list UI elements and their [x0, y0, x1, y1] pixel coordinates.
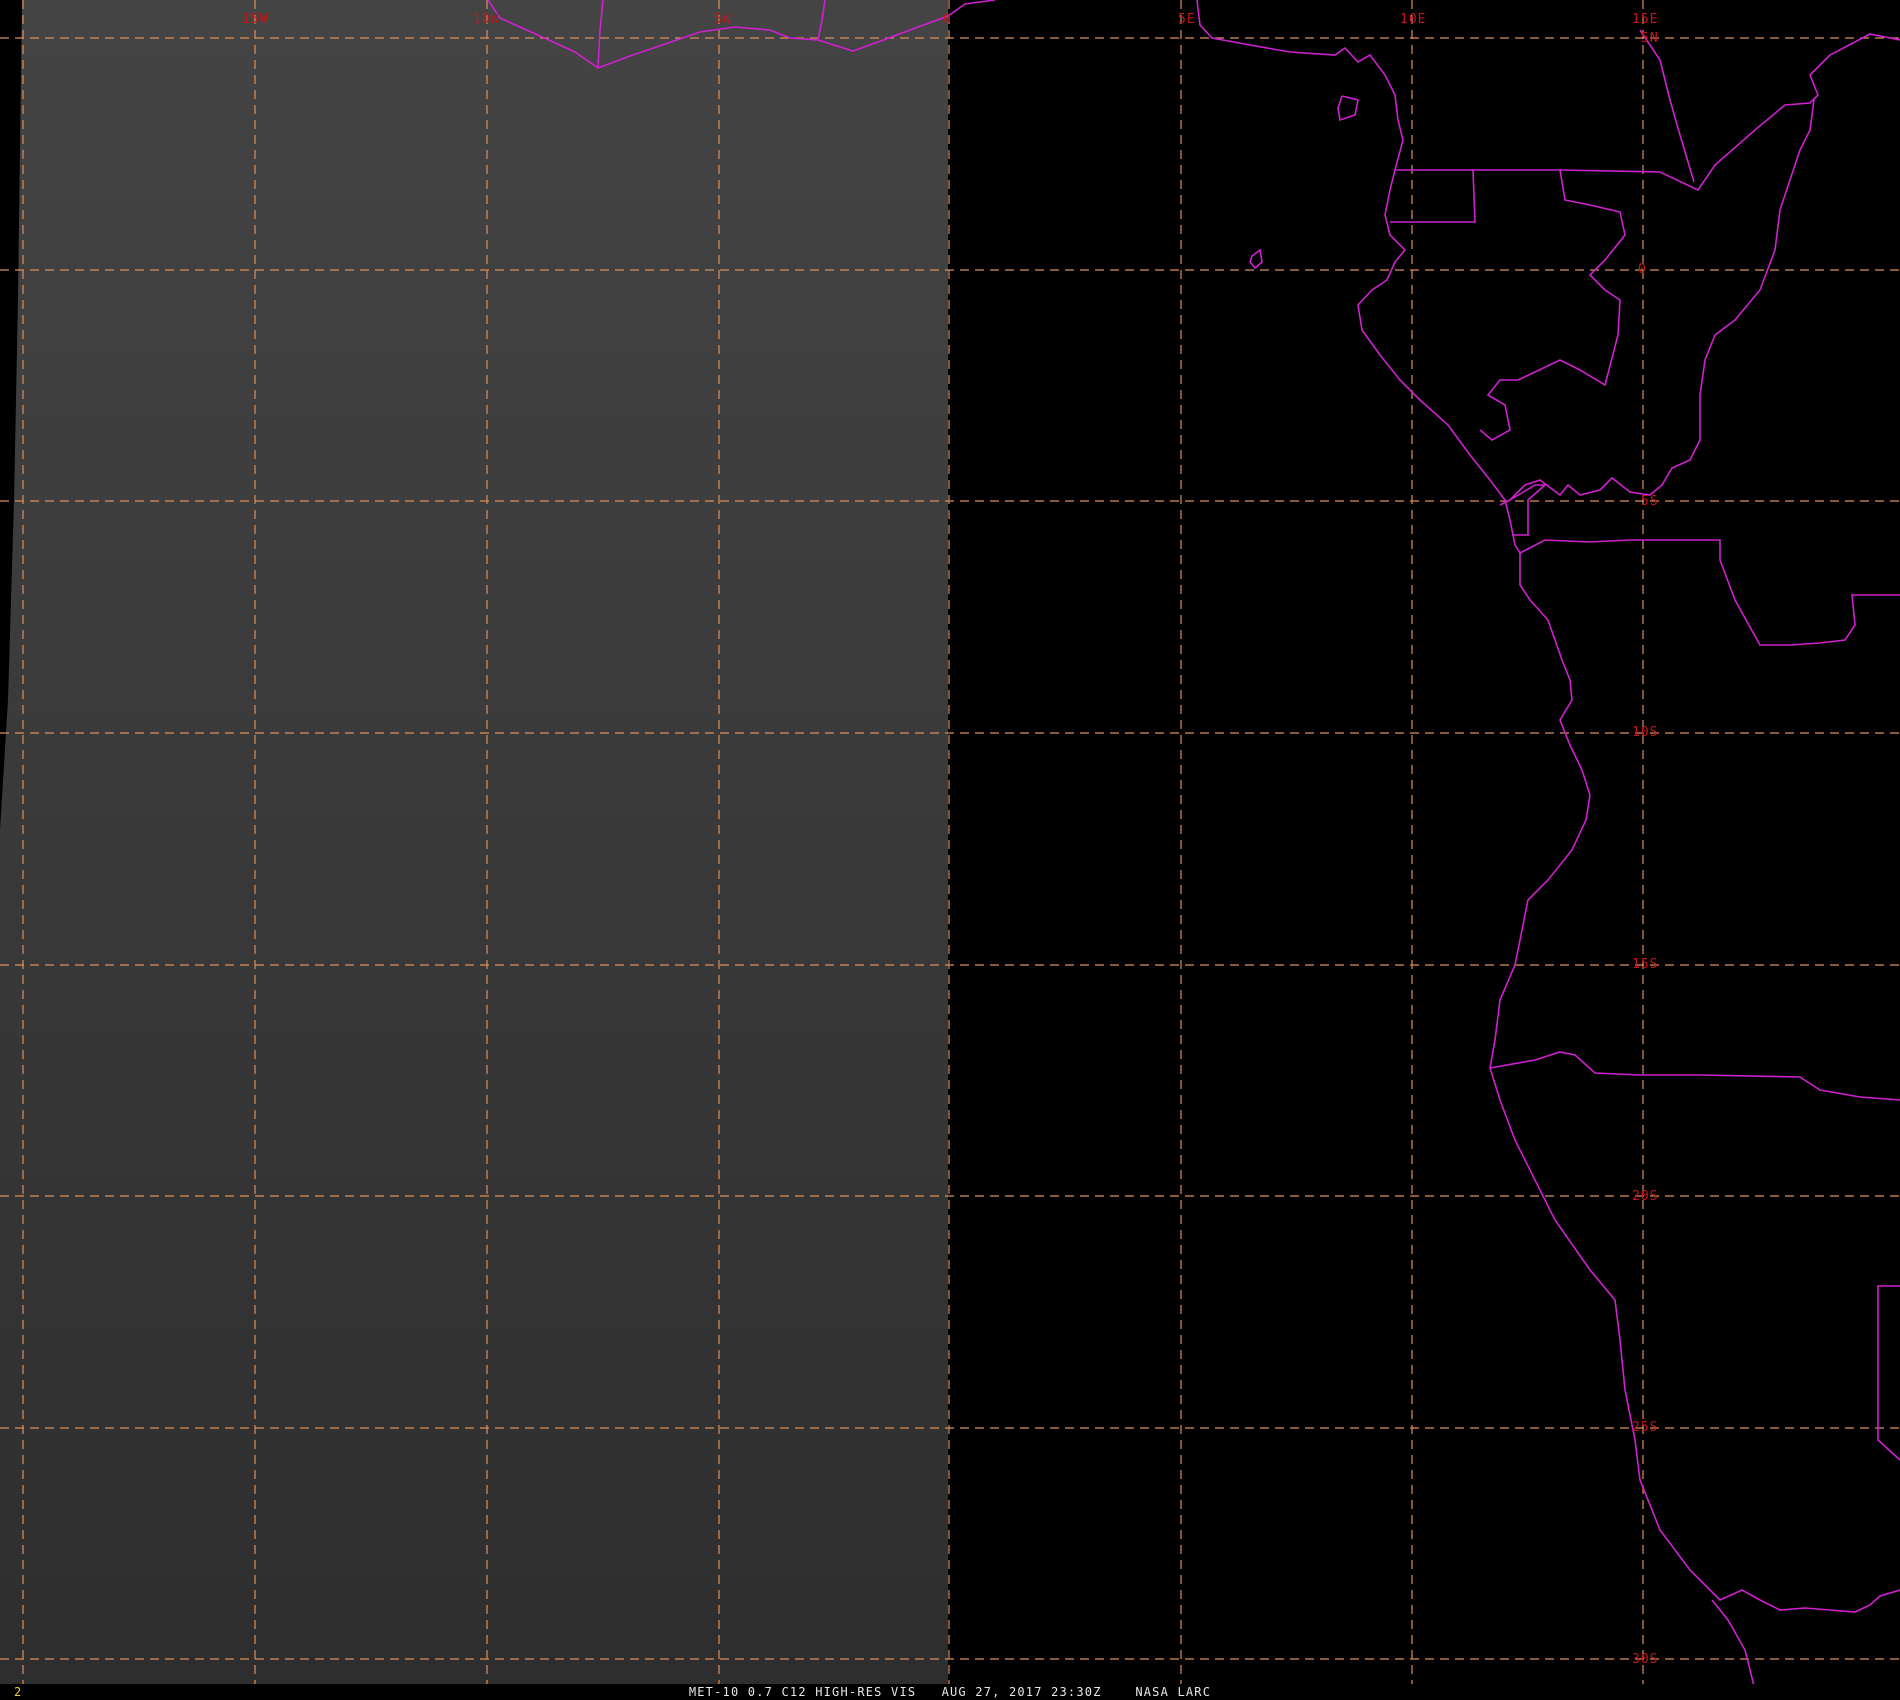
lat-label-30s: 30S: [1632, 1652, 1658, 1667]
drc-border: [1499, 99, 1815, 506]
lon-label-5e: 5E: [1178, 12, 1196, 27]
lon-label-10w: 10W: [473, 12, 499, 27]
namibia-botswana-border: [1877, 1285, 1900, 1461]
lon-label-5w: 5W: [714, 12, 732, 27]
angola-namibia-border: [1489, 1051, 1900, 1101]
lat-label-5s: 5S: [1641, 494, 1659, 509]
satellite-map: 15W 10W 5W 0 5E 10E 15E 5N 0 5S 10S 15S …: [0, 0, 1900, 1700]
bioko-island: [1337, 95, 1359, 122]
lat-label-10s: 10S: [1632, 725, 1658, 740]
lat-label-0: 0: [1638, 262, 1647, 277]
lat-label-5n: 5N: [1641, 31, 1659, 46]
image-caption: MET-10 0.7 C12 HIGH-RES VIS AUG 27, 2017…: [688, 1685, 1212, 1699]
congo-border: [1559, 33, 1900, 192]
lon-label-0: 0: [943, 12, 952, 27]
cabinda-border: [1509, 484, 1548, 536]
angola-drc-border: [1519, 539, 1900, 646]
sao-tome-island: [1249, 248, 1263, 270]
lat-label-15s: 15S: [1632, 957, 1658, 972]
lon-label-10e: 10E: [1400, 12, 1426, 27]
equatorial-guinea-border: [1390, 169, 1476, 223]
lon-label-15w: 15W: [242, 12, 268, 27]
visible-image-region: [0, 0, 948, 1686]
lat-label-20s: 20S: [1632, 1189, 1658, 1204]
lon-label-15e: 15E: [1632, 12, 1658, 27]
lat-label-25s: 25S: [1632, 1420, 1658, 1435]
car-border: [1639, 29, 1695, 183]
africa-west-coastline: [1196, 0, 1900, 1613]
gabon-border: [1473, 169, 1626, 441]
